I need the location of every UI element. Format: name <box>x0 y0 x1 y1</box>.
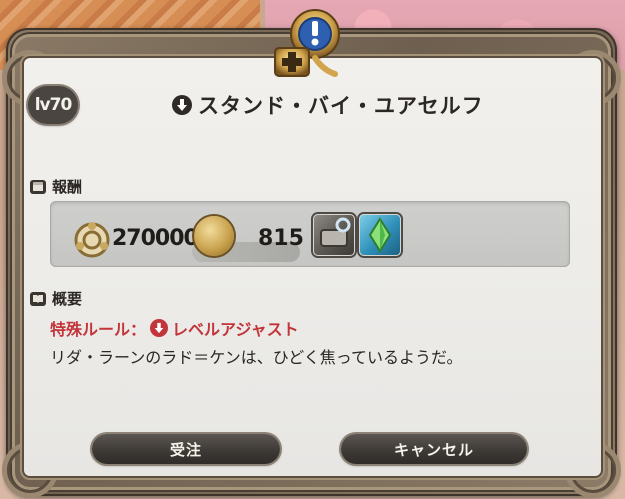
accept-button[interactable]: 受注 <box>92 434 280 464</box>
quest-title: スタンド・バイ・ユアセルフ <box>198 94 484 118</box>
seal-amount: 815 <box>258 226 304 251</box>
quest-panel <box>24 58 601 476</box>
summary-heading: 概要 <box>30 288 82 309</box>
special-rule: 特殊ルール： レベルアジャスト <box>50 316 299 340</box>
rewards-label: 報酬 <box>52 178 83 196</box>
rewards-heading: 報酬 <box>30 176 82 197</box>
grand-company-seal-icon <box>194 216 234 256</box>
quest-title-row: スタンド・バイ・ユアセルフ <box>172 90 484 120</box>
level-sync-icon <box>150 319 169 337</box>
quest-level-badge: lv70 <box>28 86 78 124</box>
special-rule-label: 特殊ルール： <box>50 320 147 339</box>
crystal-item-icon[interactable] <box>359 214 401 256</box>
summary-label: 概要 <box>52 290 83 308</box>
special-rule-value: レベルアジャスト <box>172 320 299 339</box>
gil-amount: 270000 <box>112 226 199 251</box>
quest-crest-icon <box>274 9 340 77</box>
quest-description: リダ・ラーンのラド＝ケンは、ひどく焦っているようだ。 <box>50 348 463 367</box>
gil-icon <box>74 222 110 258</box>
book-icon <box>30 291 46 306</box>
chest-icon <box>30 179 46 194</box>
gear-item-icon[interactable] <box>313 214 355 256</box>
cancel-button[interactable]: キャンセル <box>341 434 527 464</box>
level-sync-icon <box>172 95 192 115</box>
